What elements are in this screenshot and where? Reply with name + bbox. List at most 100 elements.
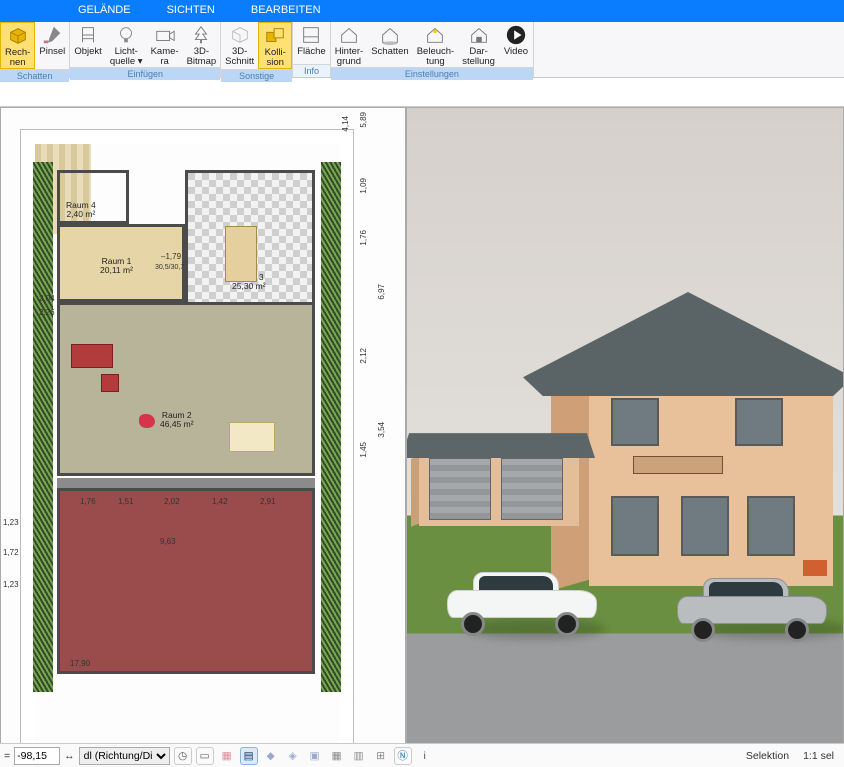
- ribbon-tab-strip: GELÄNDE SICHTEN BEARBEITEN: [0, 0, 844, 22]
- window-upper-right: [735, 398, 783, 446]
- status-bar: = ↔ dl (Richtung/Di ◷ ▭ ▦ ▤ ◆ ◈ ▣ ▦ ▥ ⊞ …: [0, 743, 844, 767]
- dim-top-4: 30,5/30,7: [155, 264, 184, 271]
- section-icon: [229, 24, 251, 46]
- btn-rechnen[interactable]: Rech- nen: [0, 22, 35, 69]
- status-mode-label: Selektion: [746, 750, 789, 762]
- window-lower-1: [611, 496, 659, 556]
- group-label-schatten: Schatten: [0, 69, 69, 82]
- btn-kollision[interactable]: Kolli-sion: [258, 22, 292, 69]
- room-4[interactable]: Raum 42,40 m²: [57, 170, 129, 224]
- tab-sichten[interactable]: SICHTEN: [149, 0, 233, 22]
- tool-icon-7[interactable]: ▥: [350, 747, 368, 765]
- dim-left-3: 1,23: [3, 580, 19, 589]
- garage-door-1: [429, 458, 491, 520]
- dim-garage-3: 2,02: [164, 497, 180, 506]
- garage-area[interactable]: 1,76 1,51 2,02 1,42 2,91 9,63 17,90: [57, 488, 315, 674]
- coord-input[interactable]: [14, 747, 60, 765]
- armchair[interactable]: [101, 374, 119, 392]
- chair-icon: [77, 24, 99, 46]
- sofa[interactable]: [71, 344, 113, 368]
- dim-r-in-1: 4,14: [341, 116, 350, 132]
- tab-gelaende[interactable]: GELÄNDE: [60, 0, 149, 22]
- btn-objekt[interactable]: Objekt: [70, 22, 105, 67]
- info-icon[interactable]: i: [416, 747, 434, 765]
- btn-lichtquelle[interactable]: Licht-quelle ▾: [106, 22, 147, 67]
- dim-top-1: 2,04: [39, 294, 55, 303]
- display-icon: [468, 24, 490, 46]
- hedge-right: [321, 162, 341, 692]
- btn-pinsel-l1: Pinsel: [39, 47, 65, 57]
- dining-table-r2[interactable]: [229, 422, 275, 452]
- history-icon[interactable]: ◷: [174, 747, 192, 765]
- dim-r-out-1: 5,89: [359, 112, 368, 128]
- btn-rechnen-l2: nen: [10, 58, 26, 68]
- cube-icon: [7, 25, 29, 47]
- btn-flaeche[interactable]: Fläche: [293, 22, 330, 64]
- dim-r-in-5: 1,45: [359, 442, 368, 458]
- pane-3d-view[interactable]: [406, 107, 844, 766]
- status-zoom-label: 1:1 sel: [803, 750, 834, 762]
- ribbon: GELÄNDE SICHTEN BEARBEITEN Rech- nen Pin…: [0, 0, 844, 78]
- dim-garage-2: 1,51: [118, 497, 134, 506]
- status-eq: =: [4, 750, 10, 762]
- north-icon[interactable]: Ⓝ: [394, 747, 412, 765]
- dim-r-out-3: 3,54: [377, 422, 386, 438]
- btn-beleuchtung[interactable]: Beleuch-tung: [413, 22, 459, 67]
- house-roof: [523, 292, 844, 396]
- room-1[interactable]: Raum 120,11 m²: [57, 224, 185, 302]
- garage-3d[interactable]: [411, 424, 581, 544]
- dim-garage-5: 2,91: [260, 497, 276, 506]
- play-icon: [505, 24, 527, 46]
- group-einstellungen: Hinter-grund Schatten Beleuch-tung Dar-s…: [331, 22, 534, 77]
- pane-2d-floorplan[interactable]: Raum 42,40 m² Raum 120,11 m² Raum 325,30…: [0, 107, 406, 766]
- room-2[interactable]: Raum 246,45 m²: [57, 302, 315, 476]
- lighting-icon: [424, 24, 446, 46]
- tree-icon: [190, 24, 212, 46]
- camera-icon: [154, 24, 176, 46]
- collision-icon: [264, 25, 286, 47]
- tool-icon-4[interactable]: ◈: [284, 747, 302, 765]
- btn-hintergrund[interactable]: Hinter-grund: [331, 22, 368, 67]
- direction-select[interactable]: dl (Richtung/Di: [79, 747, 170, 765]
- btn-3d-schnitt[interactable]: 3D-Schnitt: [221, 22, 258, 69]
- area-icon: [300, 24, 322, 46]
- btn-kamera[interactable]: Kame-ra: [147, 22, 183, 67]
- house-bg-icon: [338, 24, 360, 46]
- group-label-sonstige: Sonstige: [221, 69, 292, 82]
- dim-garage-4: 1,42: [212, 497, 228, 506]
- btn-darstellung[interactable]: Dar-stellung: [458, 22, 499, 67]
- tool-icon-1[interactable]: ▦: [218, 747, 236, 765]
- grid-icon[interactable]: ⊞: [372, 747, 390, 765]
- btn-schatten[interactable]: Schatten: [367, 22, 413, 67]
- screen-icon[interactable]: ▭: [196, 747, 214, 765]
- tool-icon-6[interactable]: ▦: [328, 747, 346, 765]
- tool-icon-5[interactable]: ▣: [306, 747, 324, 765]
- group-label-einstellungen: Einstellungen: [331, 67, 533, 80]
- dim-top-3: –1,79: [161, 252, 181, 261]
- beanbag[interactable]: [139, 414, 155, 428]
- btn-3d-bitmap[interactable]: 3D-Bitmap: [183, 22, 221, 67]
- btn-pinsel[interactable]: Pinsel: [35, 22, 69, 69]
- resize-arrow-icon: ↔: [64, 750, 75, 762]
- floorplan-canvas: Raum 42,40 m² Raum 120,11 m² Raum 325,30…: [1, 108, 405, 765]
- dim-top-2: 2,26: [39, 308, 55, 317]
- car-white[interactable]: [447, 568, 597, 630]
- tab-bearbeiten[interactable]: BEARBEITEN: [233, 0, 339, 22]
- btn-video[interactable]: Video: [499, 22, 533, 67]
- car-grey[interactable]: [677, 574, 827, 636]
- window-lower-2: [681, 496, 729, 556]
- window-upper-left: [611, 398, 659, 446]
- tool-icon-2[interactable]: ▤: [240, 747, 258, 765]
- brush-icon: [41, 24, 63, 46]
- garage-threshold: [57, 478, 315, 488]
- status-right: Selektion 1:1 sel: [746, 750, 844, 762]
- hedge-left: [33, 162, 53, 692]
- group-sonstige: 3D-Schnitt Kolli-sion Sonstige: [221, 22, 293, 77]
- group-label-info: Info: [293, 64, 330, 77]
- drawing-sheet: Raum 42,40 m² Raum 120,11 m² Raum 325,30…: [21, 130, 353, 766]
- ribbon-body: Rech- nen Pinsel Schatten Objekt: [0, 22, 844, 78]
- dim-garage-1: 1,76: [80, 497, 96, 506]
- window-lower-3: [747, 496, 795, 556]
- dining-table-r3[interactable]: [225, 226, 257, 282]
- tool-icon-3[interactable]: ◆: [262, 747, 280, 765]
